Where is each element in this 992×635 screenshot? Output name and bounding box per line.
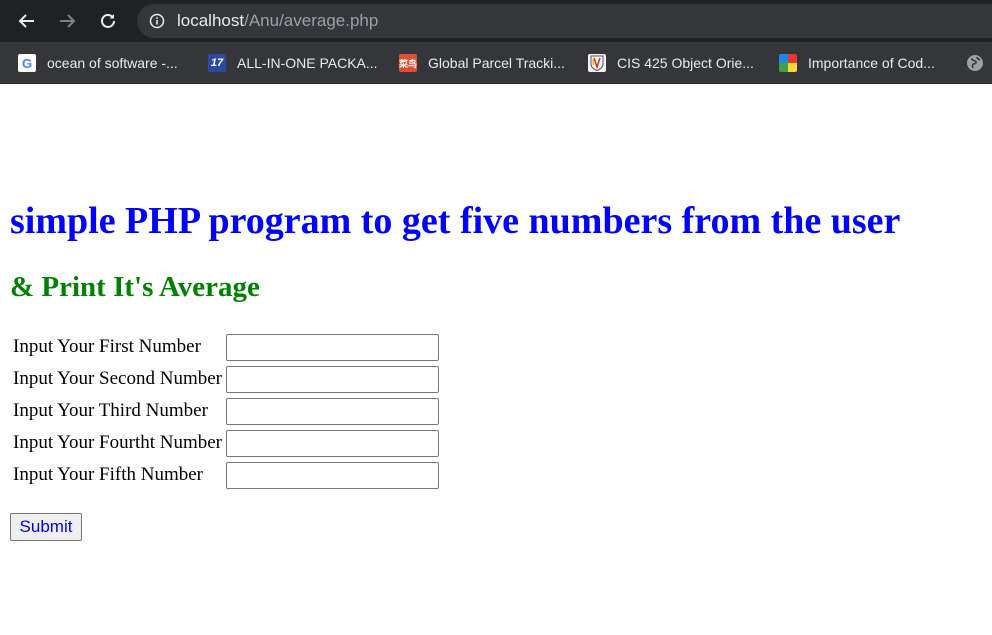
- second-number-input[interactable]: [226, 365, 440, 393]
- field-label: Input Your First Number: [13, 336, 201, 357]
- field-label: Input Your Second Number: [13, 368, 222, 389]
- form-row: Input Your Fourtht Number: [12, 428, 440, 458]
- cainiao-icon: 菜鸟: [399, 54, 417, 72]
- form-row: Input Your Fifth Number: [12, 460, 440, 490]
- bookmark-all-in-one-package[interactable]: 17 ALL-IN-ONE PACKA...: [208, 51, 378, 75]
- url-text: localhost/Anu/average.php: [177, 11, 378, 31]
- url-host: localhost: [177, 11, 245, 30]
- submit-button[interactable]: Submit: [10, 513, 82, 541]
- reload-button[interactable]: [93, 6, 123, 36]
- bookmarks-bar: G ocean of software -... 17 ALL-IN-ONE P…: [0, 42, 992, 84]
- first-number-input[interactable]: [226, 333, 440, 361]
- colorful-ball-icon: [779, 54, 797, 72]
- bookmark-cis-425[interactable]: CIS 425 Object Orie...: [588, 51, 754, 75]
- page-title: simple PHP program to get five numbers f…: [10, 200, 901, 242]
- school-crest-icon: [588, 54, 606, 72]
- browser-toolbar: localhost/Anu/average.php: [0, 0, 992, 42]
- fourth-number-input[interactable]: [226, 429, 440, 457]
- third-number-input[interactable]: [226, 397, 440, 425]
- bookmark-label: Global Parcel Tracki...: [428, 55, 565, 71]
- back-button[interactable]: [12, 6, 42, 36]
- form-row: Input Your Second Number: [12, 364, 440, 394]
- field-label: Input Your Fourtht Number: [13, 432, 223, 453]
- bookmark-global-parcel-tracking[interactable]: 菜鸟 Global Parcel Tracki...: [399, 51, 565, 75]
- google-icon: G: [18, 54, 36, 72]
- fifth-number-input[interactable]: [226, 461, 440, 489]
- globe-icon[interactable]: [966, 54, 984, 72]
- page-subtitle: & Print It's Average: [10, 271, 260, 303]
- address-bar[interactable]: localhost/Anu/average.php: [137, 4, 992, 38]
- field-label: Input Your Fifth Number: [13, 464, 204, 485]
- info-icon[interactable]: [149, 13, 165, 29]
- forward-button[interactable]: [52, 6, 82, 36]
- numbers-form: Input Your First Number Input Your Secon…: [10, 330, 442, 492]
- bookmark-label: ocean of software -...: [47, 55, 178, 71]
- arrow-left-icon: [18, 14, 34, 28]
- arrow-right-icon: [60, 14, 76, 28]
- form-row: Input Your Third Number: [12, 396, 440, 426]
- bookmark-label: ALL-IN-ONE PACKA...: [237, 55, 378, 71]
- bookmark-ocean-of-software[interactable]: G ocean of software -...: [18, 51, 178, 75]
- field-label: Input Your Third Number: [13, 400, 208, 421]
- 17track-icon: 17: [208, 54, 226, 72]
- bookmark-importance-of-coding[interactable]: Importance of Cod...: [779, 51, 935, 75]
- form-row: Input Your First Number: [12, 332, 440, 362]
- url-path: /Anu/average.php: [244, 11, 379, 30]
- bookmark-label: Importance of Cod...: [808, 55, 935, 71]
- bookmark-label: CIS 425 Object Orie...: [617, 55, 754, 71]
- reload-icon: [101, 14, 115, 28]
